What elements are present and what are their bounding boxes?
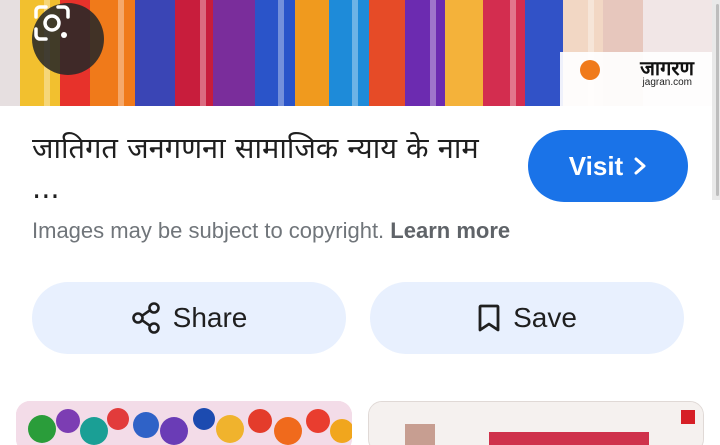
source-logo-domain: jagran.com [642, 77, 692, 88]
related-image-people [16, 401, 352, 445]
visit-button[interactable]: Visit [528, 130, 688, 202]
related-image-thumbnail[interactable] [16, 401, 352, 445]
visit-label: Visit [568, 150, 624, 181]
google-lens-icon [34, 5, 70, 41]
related-image-poster [369, 402, 703, 445]
scrollbar[interactable] [712, 0, 720, 200]
google-lens-button[interactable] [32, 3, 104, 75]
scrollbar-thumb[interactable] [716, 4, 719, 196]
bookmark-icon [478, 304, 500, 332]
share-icon [131, 302, 160, 334]
related-image-thumbnail[interactable] [368, 401, 704, 445]
share-button[interactable]: Share [32, 282, 346, 354]
share-label: Share [172, 302, 248, 333]
result-title: जातिगत जनगणना सामाजिक न्याय के नाम ... [32, 131, 479, 205]
save-label: Save [513, 302, 577, 333]
source-logo: जागरण jagran.com [568, 52, 698, 92]
copyright-text: Images may be subject to copyright. [32, 218, 385, 243]
save-button[interactable]: Save [370, 282, 684, 354]
hero-image[interactable]: जागरण jagran.com [0, 0, 712, 106]
chevron-right-icon [634, 157, 646, 175]
learn-more-link[interactable]: Learn more [390, 218, 510, 243]
copyright-notice: Images may be subject to copyright. Lear… [32, 218, 510, 244]
